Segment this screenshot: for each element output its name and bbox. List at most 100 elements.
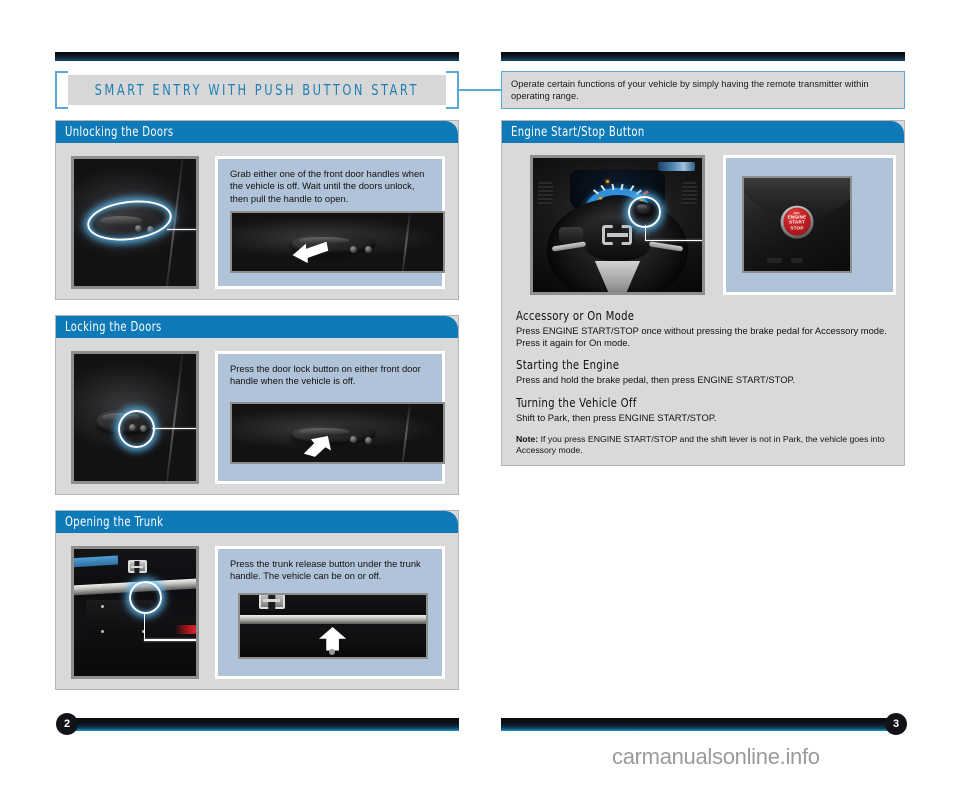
- photo-trunk-release-button: [240, 594, 426, 657]
- panel-header-engine: Engine Start/Stop Button: [502, 121, 904, 143]
- section-heading: Turning the Vehicle Off: [516, 395, 637, 411]
- bracket-left-icon: [55, 71, 68, 109]
- page-number-right: 3: [885, 713, 907, 735]
- engine-photos-row: ENGINE START STOP: [516, 155, 896, 295]
- steering-wheel-spoke-left: [551, 241, 587, 253]
- detail-frame-door-pull: [230, 211, 445, 274]
- callout-leader-line: [166, 228, 196, 231]
- highlight-circle-icon: [128, 580, 162, 614]
- photo-trunk-lid: [74, 549, 196, 676]
- thumbnail-frame-steering-wheel: [530, 155, 705, 295]
- section-heading: Accessory or On Mode: [516, 309, 635, 324]
- top-rule-right: [501, 52, 905, 61]
- bottom-rule-left: [66, 718, 459, 731]
- panel-description: Grab either one of the front door handle…: [230, 168, 425, 204]
- panel-body-trunk: Press the trunk release button under the…: [56, 533, 458, 690]
- top-rule-left: [55, 52, 459, 61]
- section-starting-the-engine: Starting the Engine Press and hold the b…: [516, 358, 890, 386]
- intro-callout: Operate certain functions of your vehicl…: [501, 71, 905, 109]
- info-card-trunk: Press the trunk release button under the…: [215, 546, 445, 679]
- chrome-trim-bar: [240, 615, 426, 624]
- mini-display-screen: [658, 162, 696, 172]
- page-title: SMART ENTRY WITH PUSH BUTTON START: [94, 81, 420, 99]
- photo-door-handle: [74, 159, 196, 286]
- honda-logo-icon: [127, 560, 147, 574]
- panel-header-locking: Locking the Doors: [56, 316, 458, 338]
- section-body: Shift to Park, then press ENGINE START/S…: [516, 411, 717, 423]
- section-title-block: SMART ENTRY WITH PUSH BUTTON START: [55, 71, 459, 109]
- steering-wheel-spoke-right: [648, 241, 683, 253]
- panel-engine-start-stop-button: Engine Start/Stop Button ENGINE START ST…: [501, 120, 905, 466]
- panel-description: Press the trunk release button under the…: [230, 558, 421, 582]
- detail-frame-lock-press: [230, 401, 445, 464]
- note-block: Note: If you press ENGINE START/STOP and…: [516, 434, 890, 457]
- thumbnail-frame-trunk: [71, 546, 199, 679]
- thumbnail-frame-door-handle: [71, 156, 199, 289]
- panel-header-trunk: Opening the Trunk: [56, 511, 458, 533]
- photo-steering-wheel: [533, 158, 702, 292]
- gauge-tick: [611, 183, 614, 190]
- warning-indicator: [606, 179, 610, 183]
- panel-opening-the-trunk: Opening the Trunk Press the trunk releas…: [55, 510, 459, 690]
- panel-locking-the-doors: Locking the Doors Press the door lock bu…: [55, 315, 459, 495]
- callout-leader-line: [644, 239, 702, 242]
- engine-instructions: Accessory or On Mode Press ENGINE START/…: [516, 309, 890, 457]
- dash-slot-right: [790, 258, 804, 263]
- panel-header-unlocking: Unlocking the Doors: [56, 121, 458, 143]
- release-arrow-up-icon: [319, 627, 347, 651]
- panel-header-label: Unlocking the Doors: [65, 124, 174, 140]
- panel-header-label: Engine Start/Stop Button: [511, 124, 645, 140]
- panel-header-label: Opening the Trunk: [65, 514, 164, 530]
- photo-lock-button-press: [232, 403, 443, 462]
- steering-wheel-spoke-lower: [594, 260, 641, 292]
- section-heading: Starting the Engine: [516, 358, 620, 374]
- title-callout-connector: [459, 89, 501, 91]
- panel-body-locking: Press the door lock button on either fro…: [56, 338, 458, 495]
- detail-frame-trunk-release: [238, 592, 428, 659]
- photo-engine-start-stop-button: ENGINE START STOP: [744, 178, 850, 271]
- panel-body-engine: ENGINE START STOP Accessory or On Mode P…: [502, 143, 904, 466]
- pull-arrow-icon: [292, 241, 328, 264]
- panel-header-label: Locking the Doors: [65, 319, 162, 335]
- info-card-unlocking: Grab either one of the front door handle…: [215, 156, 445, 289]
- section-turning-the-vehicle-off: Turning the Vehicle Off Shift to Park, t…: [516, 396, 890, 424]
- photo-door-handle-pull: [232, 213, 443, 272]
- highlight-circle-icon: [117, 409, 155, 448]
- callout-leader-line-vertical: [644, 225, 647, 242]
- dash-slot-left: [767, 258, 783, 263]
- honda-logo-icon: [258, 594, 285, 610]
- site-watermark: carmanualsonline.info: [612, 744, 820, 769]
- wiper-stalk-knob: [634, 229, 652, 244]
- note-body: If you press ENGINE START/STOP and the s…: [516, 433, 885, 456]
- honda-logo-icon: [602, 224, 633, 245]
- press-arrow-icon: [304, 436, 332, 458]
- air-vent-left-icon: [538, 182, 554, 207]
- panel-description: Press the door lock button on either fro…: [230, 363, 421, 387]
- tail-light-reflection: [175, 625, 196, 635]
- intro-callout-text: Operate certain functions of your vehicl…: [511, 79, 869, 102]
- callout-leader-line: [152, 427, 196, 430]
- bracket-right-icon: [446, 71, 459, 109]
- callout-leader-line: [143, 639, 196, 641]
- section-body: Press ENGINE START/STOP once without pre…: [516, 325, 887, 349]
- callout-leader-line-vertical: [143, 612, 146, 641]
- info-card-start-button: ENGINE START STOP: [723, 155, 896, 295]
- handle-dot-1: [350, 245, 358, 253]
- steering-wheel: [546, 198, 689, 292]
- detail-frame-start-button: ENGINE START STOP: [742, 176, 852, 273]
- plate-screw: [100, 604, 104, 608]
- note-label: Note:: [516, 433, 539, 444]
- handle-dot-2: [364, 436, 372, 444]
- section-body: Press and hold the brake pedal, then pre…: [516, 374, 796, 386]
- start-button-face: ENGINE START STOP: [783, 207, 811, 236]
- button-label-line3: STOP: [790, 225, 804, 231]
- air-vent-right-icon: [681, 182, 697, 207]
- panel-body-unlocking: Grab either one of the front door handle…: [56, 143, 458, 300]
- panel-unlocking-the-doors: Unlocking the Doors Grab either one of t…: [55, 120, 459, 300]
- title-bar: SMART ENTRY WITH PUSH BUTTON START: [68, 75, 446, 105]
- button-dash-mark: [793, 212, 801, 214]
- manual-page-spread: SMART ENTRY WITH PUSH BUTTON START Opera…: [0, 0, 960, 785]
- bottom-rule-right: [501, 718, 894, 731]
- highlight-circle-icon: [627, 195, 662, 228]
- page-number-left: 2: [56, 713, 78, 735]
